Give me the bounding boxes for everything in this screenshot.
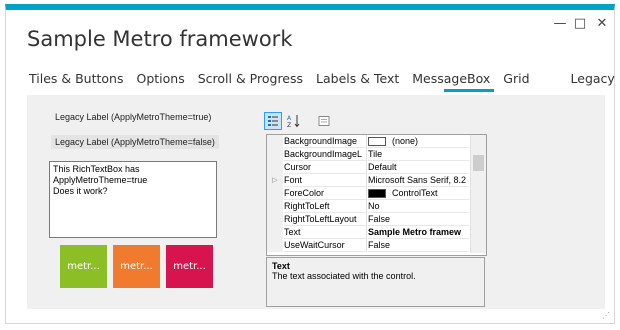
property-name: ForeColor [284, 187, 367, 200]
description-title: Text [272, 261, 290, 271]
rich-text-box[interactable]: This RichTextBox has ApplyMetroTheme=tru… [49, 161, 217, 238]
property-name: BackgroundImage [284, 135, 367, 148]
property-row[interactable]: RightToLeftLayout False [267, 213, 470, 226]
property-name: Text [284, 226, 367, 239]
property-value[interactable]: No [368, 200, 469, 213]
property-row[interactable]: ForeColor ControlText [267, 187, 470, 200]
window-title: Sample Metro framework [27, 27, 293, 51]
property-row[interactable]: RightToLeft No [267, 200, 470, 213]
expand-arrow-icon[interactable]: ▷ [267, 174, 283, 187]
expand-toggle [267, 148, 283, 161]
scrollbar-thumb[interactable] [473, 155, 484, 171]
expand-toggle [267, 200, 283, 213]
property-row[interactable]: BackgroundImage (none) [267, 135, 470, 148]
color-swatch [368, 189, 386, 199]
active-tab-indicator [444, 89, 494, 92]
property-row[interactable]: ▷ Font Microsoft Sans Serif, 8.2 [267, 174, 470, 187]
tab-legacy[interactable]: Legacy [569, 71, 617, 93]
property-name: BackgroundImageL [284, 148, 367, 161]
expand-toggle [267, 187, 283, 200]
expand-toggle [267, 161, 283, 174]
property-row[interactable]: BackgroundImageL Tile [267, 148, 470, 161]
property-description-pane: Text The text associated with the contro… [266, 257, 485, 307]
tab-tiles-buttons[interactable]: Tiles & Buttons [27, 71, 125, 93]
tab-options[interactable]: Options [134, 71, 186, 93]
property-name: Font [284, 174, 367, 187]
tab-strip: Tiles & Buttons Options Scroll & Progres… [27, 71, 617, 93]
property-value[interactable]: Microsoft Sans Serif, 8.2 [368, 174, 469, 187]
property-grid: BackgroundImage (none) BackgroundImageL … [266, 134, 487, 256]
property-grid-toolbar: AZ [264, 111, 333, 131]
expand-toggle [267, 135, 283, 148]
expand-toggle [267, 226, 283, 239]
description-body: The text associated with the control. [272, 271, 416, 281]
tab-grid[interactable]: Grid [501, 71, 531, 93]
metro-tile-orange[interactable]: metr... [113, 245, 160, 288]
property-value[interactable]: Default [368, 161, 469, 174]
metro-tile-crimson[interactable]: metr... [166, 245, 213, 288]
metro-tile-green[interactable]: metr... [60, 245, 107, 288]
rich-text-line: Does it work? [53, 186, 108, 196]
legacy-tab-panel: Legacy Label (ApplyMetroTheme=true) Lega… [27, 95, 605, 309]
resize-grip-icon[interactable]: ⋰ [602, 311, 610, 320]
property-value[interactable]: Sample Metro framew [368, 226, 469, 239]
property-name: Cursor [284, 161, 367, 174]
tab-scroll-progress[interactable]: Scroll & Progress [196, 71, 305, 93]
tab-labels-text[interactable]: Labels & Text [314, 71, 401, 93]
property-value[interactable]: (none) [368, 135, 469, 148]
property-value[interactable]: False [368, 239, 469, 252]
main-window: — □ ✕ Sample Metro framework Tiles & But… [5, 4, 615, 324]
property-value[interactable]: False [368, 213, 469, 226]
maximize-icon[interactable]: □ [572, 16, 588, 31]
legacy-label-themed: Legacy Label (ApplyMetroTheme=true) [55, 112, 212, 122]
svg-text:A: A [287, 115, 292, 122]
categorized-icon[interactable] [264, 112, 282, 130]
close-icon[interactable]: ✕ [594, 16, 610, 31]
minimize-icon[interactable]: — [552, 16, 568, 31]
rich-text-line: ApplyMetroTheme=true [53, 175, 148, 185]
alphabetical-icon[interactable]: AZ [285, 112, 303, 130]
legacy-label-unthemed: Legacy Label (ApplyMetroTheme=false) [51, 135, 219, 149]
property-row[interactable]: Cursor Default [267, 161, 470, 174]
expand-toggle [267, 213, 283, 226]
rich-text-line: This RichTextBox has [53, 164, 140, 174]
property-name: RightToLeft [284, 200, 367, 213]
property-row[interactable]: UseWaitCursor False [267, 239, 470, 252]
property-name: RightToLeftLayout [284, 213, 367, 226]
svg-text:Z: Z [287, 122, 291, 128]
color-swatch [368, 137, 386, 147]
property-name: UseWaitCursor [284, 239, 367, 252]
property-grid-scrollbar[interactable] [470, 135, 486, 253]
property-value[interactable]: Tile [368, 148, 469, 161]
property-row[interactable]: Text Sample Metro framew [267, 226, 470, 239]
property-pages-icon[interactable] [315, 112, 333, 130]
property-value[interactable]: ControlText [368, 187, 469, 200]
expand-toggle [267, 239, 283, 252]
